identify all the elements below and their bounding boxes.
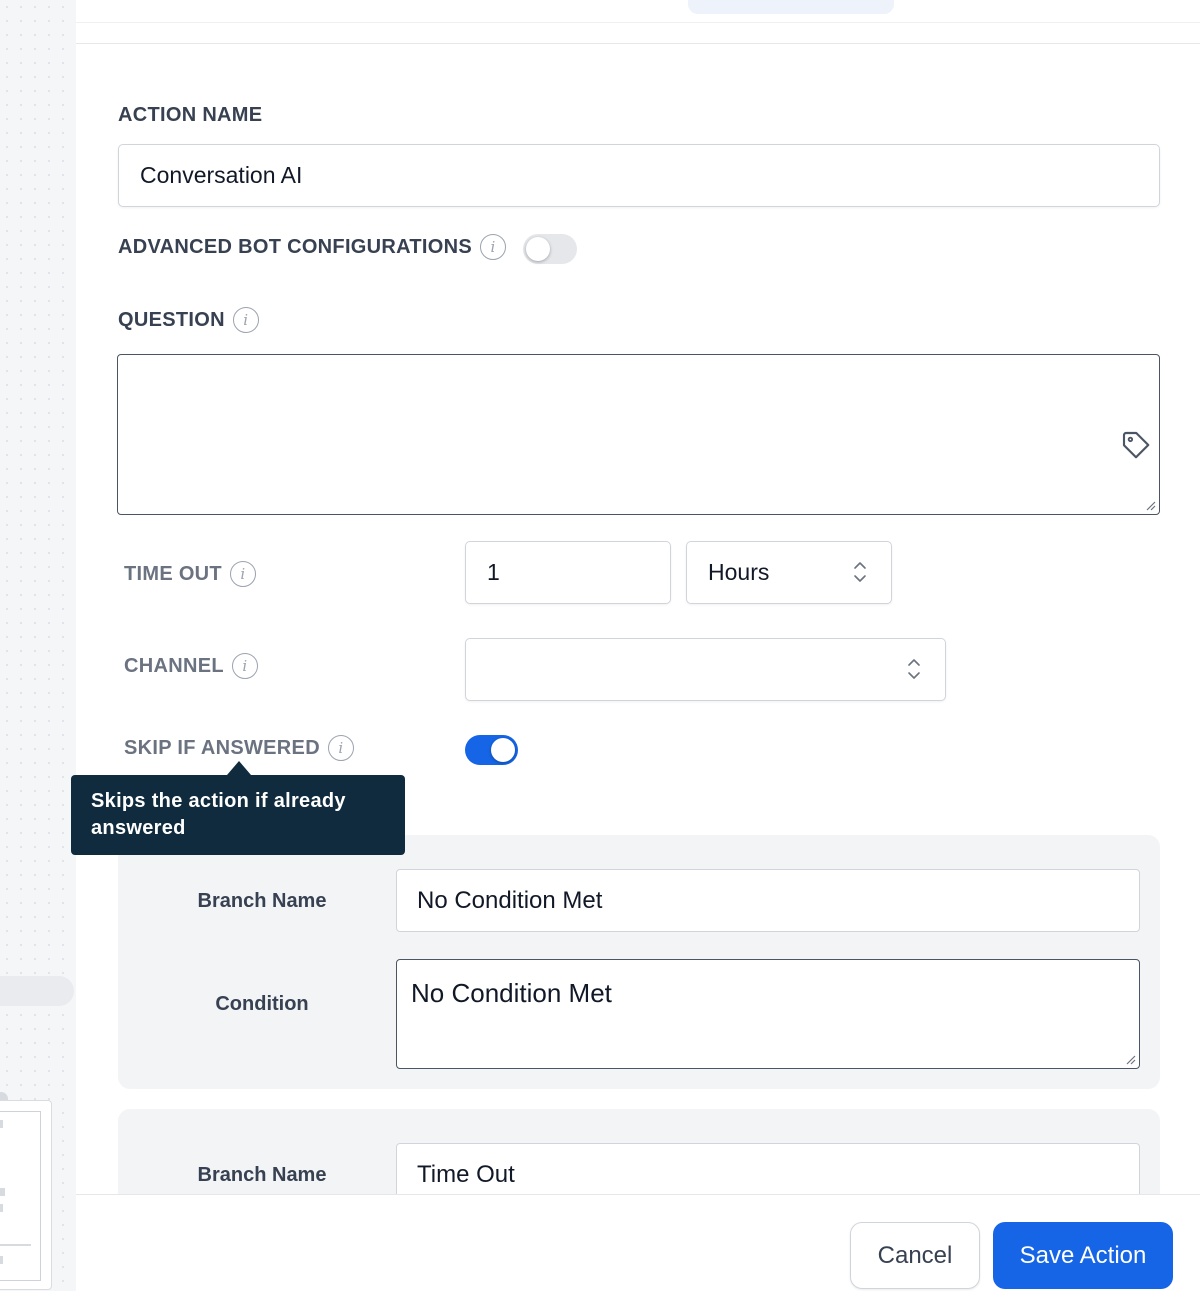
info-icon[interactable]: i [327,735,354,761]
canvas-node-line [0,1204,3,1212]
toggle-knob [491,738,515,762]
timeout-unit-select[interactable]: Hours [686,541,892,604]
toggle-knob [526,237,550,261]
channel-label-text: CHANNEL [124,654,224,677]
cancel-button[interactable]: Cancel [850,1222,980,1289]
resize-handle[interactable] [1124,1053,1136,1065]
skip-if-answered-label-text: SKIP IF ANSWERED [124,736,320,759]
info-icon[interactable]: i [229,561,256,587]
action-name-label: ACTION NAME [118,104,262,127]
tag-icon[interactable] [1120,429,1152,461]
header-divider [76,22,1200,23]
branch-name-label: Branch Name [197,1164,327,1186]
timeout-unit-value: Hours [708,559,770,585]
skip-if-answered-tooltip: Skips the action if already answered [71,775,405,855]
timeout-value-input[interactable]: 1 [465,541,671,604]
branch-name-value: Time Out [417,1160,515,1188]
info-icon[interactable]: i [232,307,259,333]
advanced-bot-config-label-text: ADVANCED BOT CONFIGURATIONS [118,235,473,258]
action-name-value: Conversation AI [140,162,303,188]
info-icon[interactable]: i [480,234,507,260]
timeout-label-text: TIME OUT [124,562,222,585]
question-textarea[interactable] [117,354,1160,515]
canvas-node-line [0,1244,31,1246]
canvas-node-line [0,1256,3,1264]
workflow-canvas[interactable] [0,0,76,1291]
condition-label: Condition [215,993,309,1015]
question-label-text: QUESTION [118,308,225,331]
canvas-node-line [0,1188,5,1196]
tooltip-arrow [227,761,251,775]
question-label: QUESTION i [118,307,259,333]
condition-value: No Condition Met [411,978,612,1008]
channel-select[interactable] [465,638,946,701]
info-icon[interactable]: i [231,653,258,679]
skip-if-answered-toggle[interactable] [465,735,518,765]
skip-if-answered-label: SKIP IF ANSWERED i [124,735,354,761]
action-name-label-text: ACTION NAME [118,104,263,126]
tooltip-text: Skips the action if already answered [91,790,346,839]
canvas-node-pill[interactable] [0,976,74,1006]
branch-name-input[interactable]: No Condition Met [396,869,1140,932]
channel-label: CHANNEL i [124,653,258,679]
canvas-node-line [0,1120,3,1128]
canvas-node-card-inner [0,1111,41,1281]
timeout-label: TIME OUT i [124,561,256,587]
advanced-bot-config-toggle[interactable] [523,234,577,264]
panel-header [76,0,1200,44]
condition-textarea[interactable]: No Condition Met [396,959,1140,1069]
header-tab[interactable] [688,0,894,14]
canvas-node-card[interactable] [0,1100,52,1290]
action-name-input[interactable]: Conversation AI [118,144,1160,207]
branch-name-label: Branch Name [197,890,327,912]
chevron-up-down-icon [908,659,920,679]
branch-name-value: No Condition Met [417,886,603,914]
resize-handle[interactable] [1144,499,1156,511]
advanced-bot-config-label: ADVANCED BOT CONFIGURATIONS i [118,234,507,260]
save-action-button[interactable]: Save Action [993,1222,1173,1289]
timeout-value: 1 [487,559,500,585]
chevron-up-down-icon [854,562,866,582]
